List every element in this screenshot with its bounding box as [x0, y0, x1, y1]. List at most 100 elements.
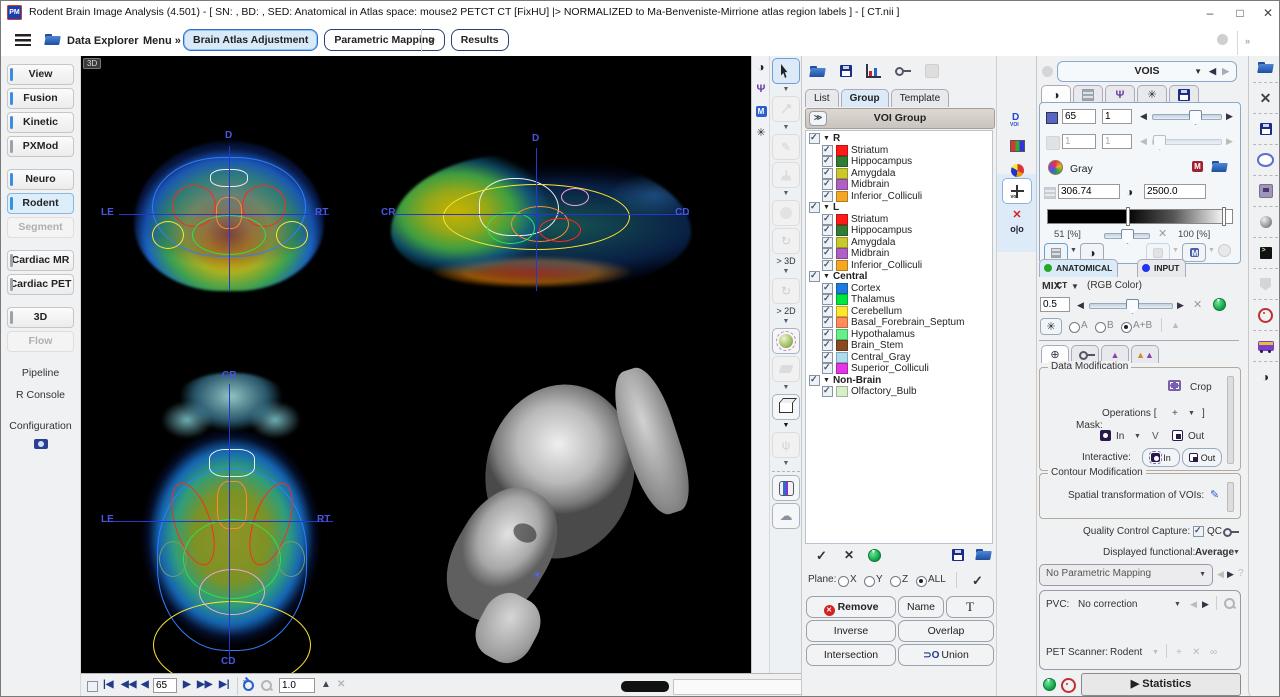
- voi-checkbox[interactable]: [822, 248, 833, 259]
- sidebar-item-configuration[interactable]: Configuration: [7, 417, 74, 436]
- tab-brain-atlas-adjustment[interactable]: Brain Atlas Adjustment: [183, 29, 318, 51]
- caret-down-icon[interactable]: ▼: [773, 190, 799, 198]
- voi-item-row[interactable]: Midbrain: [806, 248, 992, 260]
- plane-confirm-icon[interactable]: [972, 573, 983, 589]
- voi-checkbox[interactable]: [822, 329, 833, 340]
- slice-slider-track[interactable]: [1152, 114, 1222, 120]
- qc-checkbox[interactable]: [1193, 526, 1204, 537]
- voi-item-row[interactable]: Cortex: [806, 283, 992, 295]
- right-strip-contrast-button[interactable]: [1249, 366, 1280, 388]
- right-strip-terminal-button[interactable]: [1249, 242, 1280, 264]
- gradient-marker[interactable]: [1126, 207, 1130, 226]
- sidebar-item-rodent-brain[interactable]: Rodent Brain: [7, 193, 74, 214]
- right-strip-vehicle-button[interactable]: [1249, 335, 1280, 357]
- voi-mirror-button[interactable]: [997, 223, 1037, 235]
- link-x-icon[interactable]: ✕: [1158, 227, 1167, 240]
- viewport-sagittal[interactable]: [391, 154, 691, 291]
- voi-group-toggle-button[interactable]: ≫: [809, 111, 827, 126]
- close-button[interactable]: ✕: [1255, 4, 1280, 22]
- voi-checkbox[interactable]: [822, 260, 833, 271]
- load-vois-icon[interactable]: [976, 549, 992, 560]
- voi-checkbox[interactable]: [822, 225, 833, 236]
- voi-group-row[interactable]: ▼Non-Brain: [806, 375, 992, 387]
- voi-item-row[interactable]: Amygdala: [806, 168, 992, 180]
- fast-back-button[interactable]: ◀◀: [121, 679, 136, 690]
- voi-checkbox[interactable]: [822, 191, 833, 202]
- cancel-icon[interactable]: [844, 548, 854, 562]
- slider-right-icon[interactable]: ▶: [1177, 300, 1184, 311]
- left-strip-cell[interactable]: [752, 78, 770, 100]
- mix-x-icon[interactable]: ✕: [1193, 298, 1202, 311]
- crosshair-horizontal[interactable]: [393, 214, 689, 215]
- operations-plus[interactable]: +: [1172, 408, 1178, 419]
- gradient-end-marker[interactable]: [1222, 207, 1226, 226]
- right-strip-robot-button[interactable]: [1249, 180, 1280, 202]
- intersection-button[interactable]: Intersection: [806, 644, 896, 666]
- voi-tab-template[interactable]: Template: [891, 89, 950, 107]
- tab-anatomical-ct[interactable]: ANATOMICAL CT: [1039, 259, 1118, 277]
- menu-button[interactable]: Menu »: [143, 35, 181, 47]
- crosshair-vertical[interactable]: [229, 146, 230, 291]
- zoom-in-icon[interactable]: [243, 680, 255, 692]
- right-strip-delete-cross-button[interactable]: [1249, 87, 1280, 109]
- voi-checkbox[interactable]: [822, 179, 833, 190]
- inverse-button[interactable]: Inverse: [806, 620, 896, 642]
- slice-number-input[interactable]: [153, 678, 177, 693]
- min-value-input[interactable]: [1058, 184, 1120, 199]
- apply-icon[interactable]: [868, 549, 881, 562]
- sidebar-item-cardiac-pet[interactable]: Cardiac PET: [7, 274, 74, 295]
- voi-item-row[interactable]: Inferior_Colliculi: [806, 191, 992, 203]
- sidebar-item-r-console[interactable]: R Console: [7, 386, 74, 405]
- sidebar-item-3d[interactable]: 3D: [7, 307, 74, 328]
- plane-y-radio[interactable]: [864, 576, 875, 587]
- caret-down-icon[interactable]: ▼: [773, 318, 799, 326]
- group-checkbox[interactable]: [809, 271, 820, 282]
- voi-checkbox[interactable]: [822, 214, 833, 225]
- plane-all-radio[interactable]: [916, 576, 927, 587]
- pvc-value[interactable]: No correction: [1078, 599, 1137, 610]
- percent-slider-knob[interactable]: [1121, 229, 1134, 244]
- sidebar-item-neuro[interactable]: Neuro: [7, 169, 74, 190]
- data-explorer-button[interactable]: Data Explorer: [67, 35, 139, 47]
- voi-item-row[interactable]: Striatum: [806, 145, 992, 157]
- viewer-checkbox[interactable]: [87, 681, 98, 692]
- voi-checkbox[interactable]: [822, 168, 833, 179]
- voi-item-row[interactable]: Hypothalamus: [806, 329, 992, 341]
- tab-contrast[interactable]: [1041, 85, 1071, 103]
- voi-item-row[interactable]: Inferior_Colliculi: [806, 260, 992, 272]
- mix-value-input[interactable]: [1040, 297, 1070, 312]
- voi-checkbox[interactable]: [822, 294, 833, 305]
- spatial-transform-icon[interactable]: [1210, 488, 1219, 501]
- last-slice-button[interactable]: ▶|: [219, 679, 230, 690]
- tab-save[interactable]: [1169, 85, 1199, 103]
- chevron-down-icon[interactable]: ▼: [1071, 282, 1079, 291]
- caret-down-icon[interactable]: ▼: [773, 460, 799, 468]
- mix-slider-knob[interactable]: [1126, 299, 1139, 314]
- interactive-in-button[interactable]: In: [1142, 448, 1180, 467]
- key-icon[interactable]: [895, 67, 911, 75]
- window-level-icon[interactable]: [1126, 185, 1133, 199]
- configuration-icon[interactable]: [1, 439, 80, 449]
- voi-voi-label-button[interactable]: [997, 114, 1037, 128]
- zoom-up-button[interactable]: ▲: [321, 679, 331, 690]
- left-strip-cell[interactable]: [752, 100, 770, 122]
- caret-down-icon[interactable]: ▼: [773, 124, 799, 132]
- voi-tab-list[interactable]: List: [805, 89, 839, 107]
- statistics-button[interactable]: ▶ Statistics: [1081, 673, 1241, 696]
- scanner-value[interactable]: Rodent: [1110, 647, 1142, 658]
- left-strip-cell[interactable]: [752, 122, 770, 144]
- tab-histogram-multi[interactable]: ▲▲: [1131, 345, 1159, 363]
- voi-item-row[interactable]: Central_Gray: [806, 352, 992, 364]
- sidebar-item-cardiac-mr[interactable]: Cardiac MR: [7, 250, 74, 271]
- voi-item-row[interactable]: Hippocampus: [806, 156, 992, 168]
- voi-red-x-button[interactable]: [997, 208, 1037, 221]
- blend-ab-radio[interactable]: [1121, 322, 1132, 333]
- voi-tab-group[interactable]: Group: [841, 89, 889, 107]
- voi-checkbox[interactable]: [822, 386, 833, 397]
- voi-group-row[interactable]: ▼Central: [806, 271, 992, 283]
- right-strip-open-folder-button[interactable]: [1249, 56, 1280, 78]
- blend-a-radio[interactable]: [1069, 322, 1080, 333]
- colormap-name[interactable]: Gray: [1070, 163, 1093, 175]
- zoom-level-input[interactable]: [279, 678, 315, 693]
- slider-left-icon[interactable]: ◀: [1077, 300, 1084, 311]
